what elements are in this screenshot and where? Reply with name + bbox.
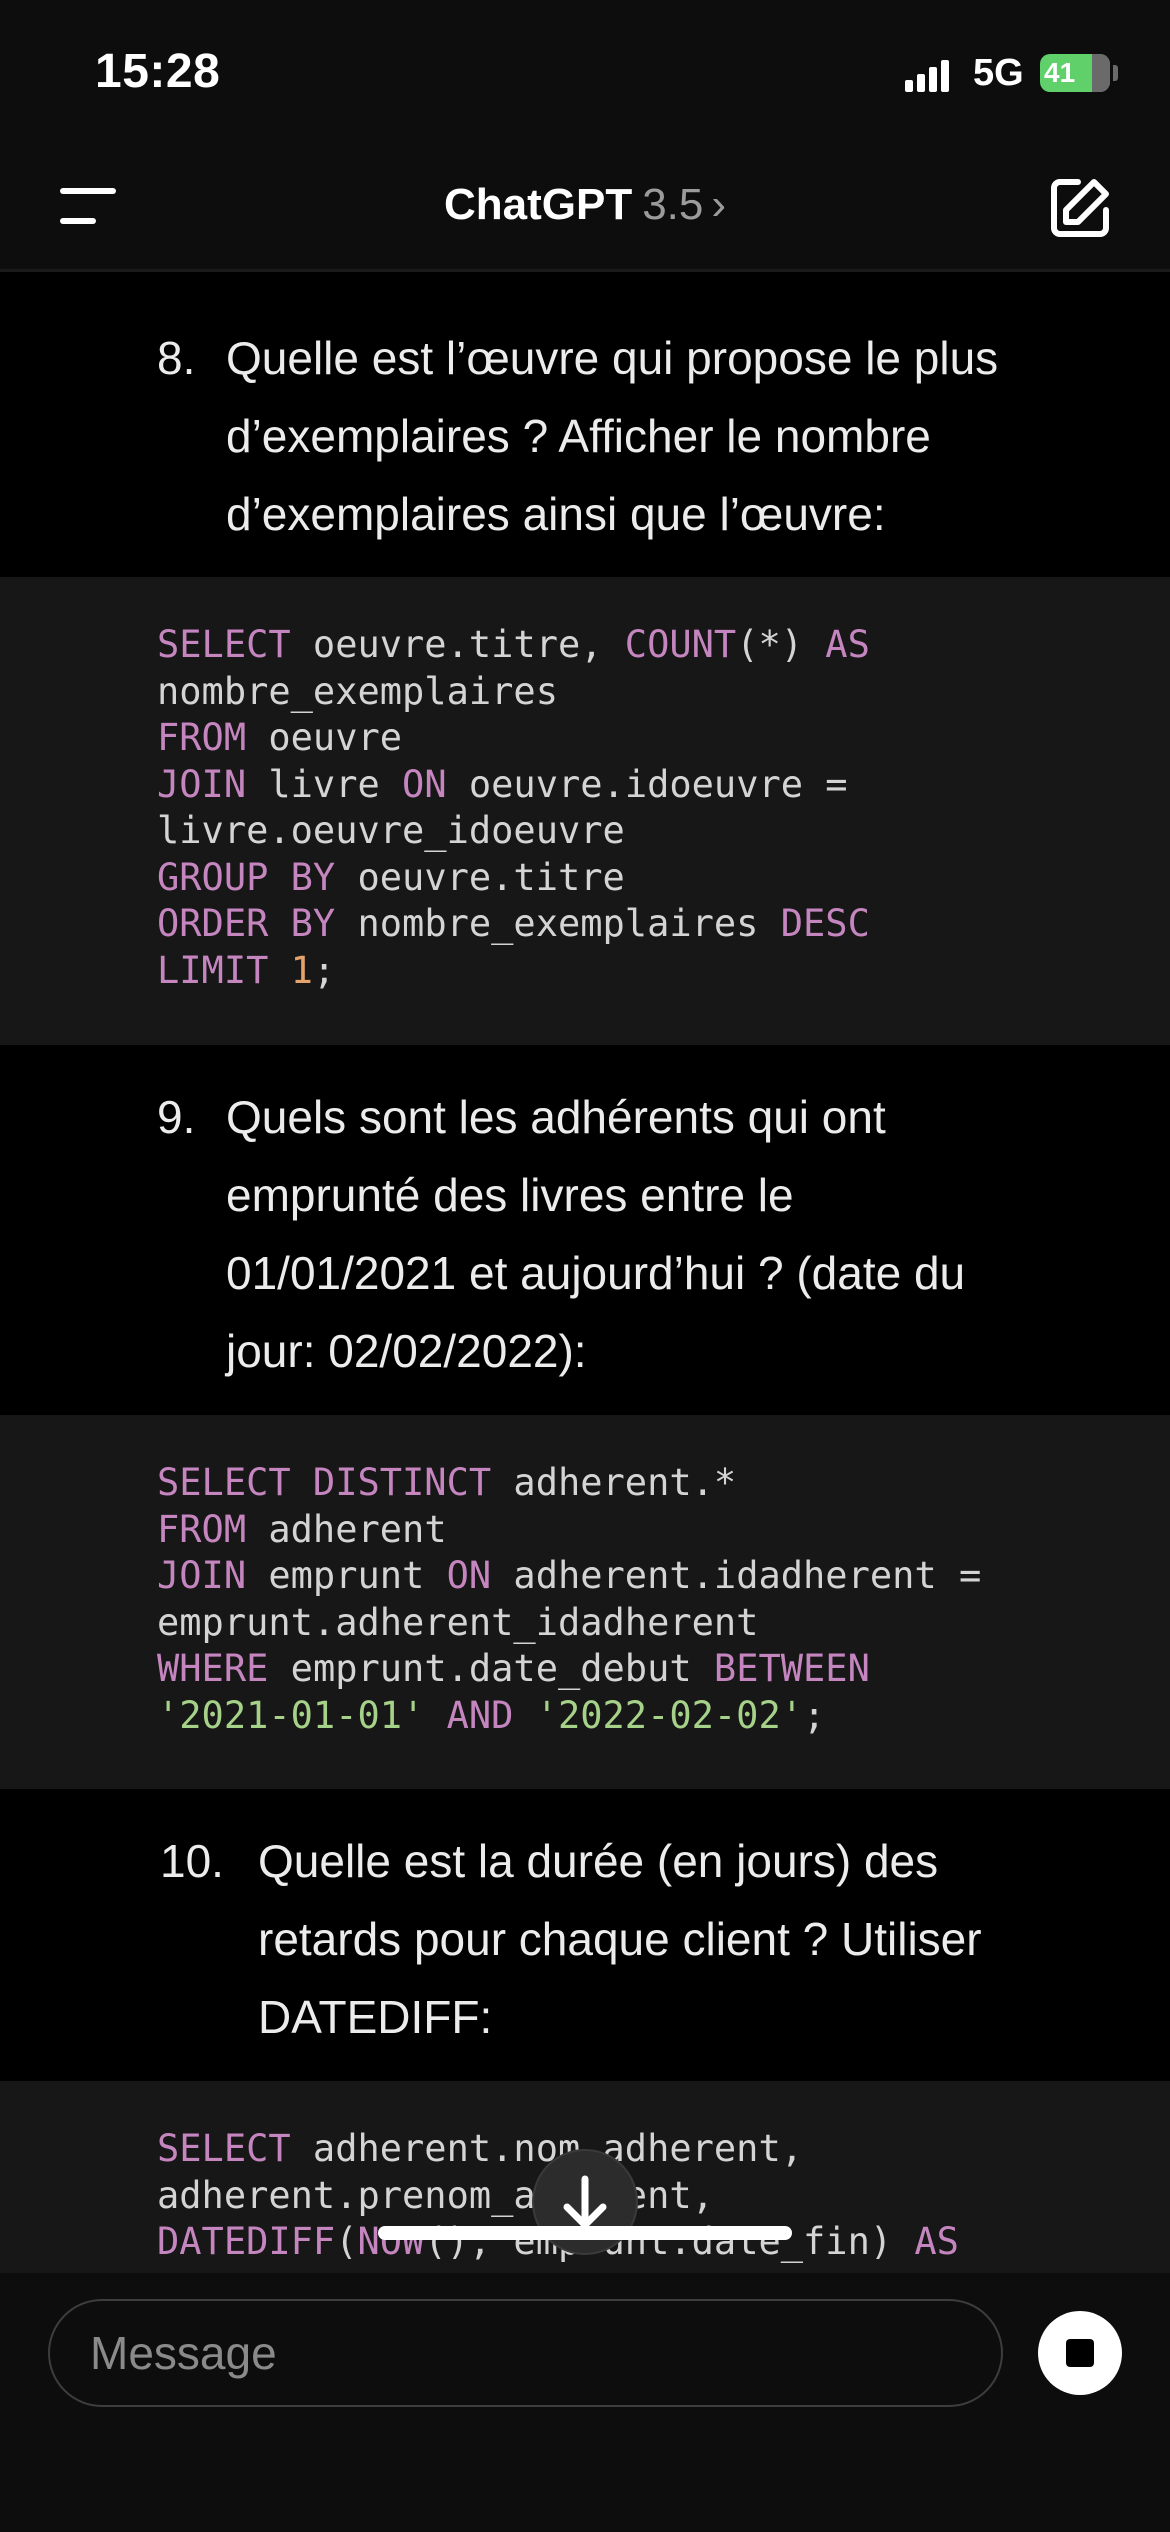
code-token: livre.oeuvre_idoeuvre [157, 809, 625, 852]
code-token: AND [446, 1693, 514, 1737]
code-token: SELECT [157, 623, 291, 666]
app-header: ChatGPT 3.5 › [0, 140, 1170, 272]
code-token: adherent.* [491, 1461, 737, 1504]
code-token: livre [246, 762, 403, 806]
model-version: 3.5 [642, 180, 704, 229]
code-token: FROM [157, 716, 247, 759]
compose-icon [1051, 179, 1109, 237]
code-token: emprunt.adherent_idadherent [157, 1600, 759, 1644]
code-token: (*) [736, 623, 826, 666]
code-token: FROM [157, 1507, 247, 1551]
chat-content[interactable]: 8. Quelle est l’œuvre qui propose le plu… [0, 275, 1170, 2273]
code-token: adherent.idadherent = [491, 1554, 982, 1597]
code-token: JOIN [157, 1554, 247, 1597]
chevron-right-icon: › [711, 180, 727, 229]
code-token: '2022-02-02' [535, 1693, 804, 1737]
code-token: WHERE [157, 1647, 269, 1690]
code-token: ; [312, 948, 336, 992]
model-selector[interactable]: ChatGPT 3.5 › [0, 180, 1170, 230]
code-block[interactable]: SELECT DISTINCT adherent.* FROM adherent… [0, 1415, 1170, 1789]
code-text: SELECT DISTINCT adherent.* FROM adherent… [157, 1460, 981, 1739]
code-token: oeuvre [246, 716, 403, 759]
new-chat-button[interactable] [1048, 176, 1112, 240]
item-line: Quels sont les adhérents qui ont [226, 1091, 886, 1143]
code-token: DATEDIFF [157, 2220, 336, 2263]
battery-level: 41 [1044, 57, 1076, 88]
code-token: BETWEEN [713, 1647, 870, 1690]
code-token: ON [446, 1554, 492, 1597]
item-line: d’exemplaires ? Afficher le nombre [226, 410, 931, 462]
item-line: emprunté des livres entre le [226, 1169, 794, 1221]
item-number: 10. [160, 1835, 224, 1887]
code-token: oeuvre.idoeuvre = [446, 762, 848, 806]
code-token: JOIN [157, 762, 247, 806]
code-block[interactable]: SELECT oeuvre.titre, COUNT(*) AS nombre_… [0, 577, 1170, 1045]
code-token: DESC [780, 902, 870, 945]
battery-nub [1113, 65, 1118, 81]
stop-icon [1066, 2339, 1094, 2367]
item-line: d’exemplaires ainsi que l’œuvre: [226, 488, 886, 540]
code-token: ORDER BY [157, 902, 336, 945]
code-token: 1 [290, 948, 313, 992]
item-number: 9. [157, 1091, 196, 1143]
code-token: emprunt.date_debut [268, 1647, 714, 1690]
code-token: SELECT [157, 2127, 291, 2170]
item-line: Quelle est l’œuvre qui propose le plus [226, 332, 999, 384]
code-token: ; [803, 1693, 826, 1737]
code-text: SELECT oeuvre.titre, COUNT(*) AS nombre_… [157, 622, 870, 994]
item-number: 8. [157, 332, 196, 384]
code-token: oeuvre.titre [335, 855, 625, 899]
code-token: AS [825, 623, 870, 666]
code-token: nombre_exemplaires [335, 902, 781, 945]
item-line: 01/01/2021 et aujourd’hui ? (date du [226, 1247, 966, 1299]
code-token: '2021-01-01' [157, 1693, 425, 1737]
app-title: ChatGPT [443, 180, 633, 229]
status-time: 15:28 [95, 45, 221, 98]
item-line: jour: 02/02/2022): [226, 1325, 587, 1377]
code-token: ON [402, 762, 447, 806]
code-token: ( [335, 2220, 358, 2263]
status-bar: 15:28 5G 41 [0, 0, 1170, 140]
composer-bar [0, 2273, 1170, 2532]
code-token: adherent [246, 1507, 447, 1551]
message-input[interactable] [48, 2299, 1003, 2407]
code-token: GROUP BY [157, 855, 336, 899]
code-token: SELECT DISTINCT [157, 1461, 492, 1504]
network-label: 5G [973, 52, 1024, 94]
item-line: Quelle est la durée (en jours) des [258, 1835, 939, 1887]
item-line: DATEDIFF: [258, 1991, 493, 2043]
code-token: LIMIT [157, 948, 269, 992]
signal-icon [905, 60, 949, 92]
code-token: COUNT [624, 623, 737, 666]
code-token: AS [914, 2220, 959, 2263]
code-token: oeuvre.titre, [290, 623, 625, 666]
item-line: retards pour chaque client ? Utiliser [258, 1913, 982, 1965]
code-token: emprunt [246, 1554, 447, 1597]
home-indicator [378, 2226, 792, 2240]
battery-icon: 41 [1040, 54, 1110, 92]
stop-button[interactable] [1038, 2311, 1122, 2395]
code-token: nombre_exemplaires [157, 669, 558, 713]
